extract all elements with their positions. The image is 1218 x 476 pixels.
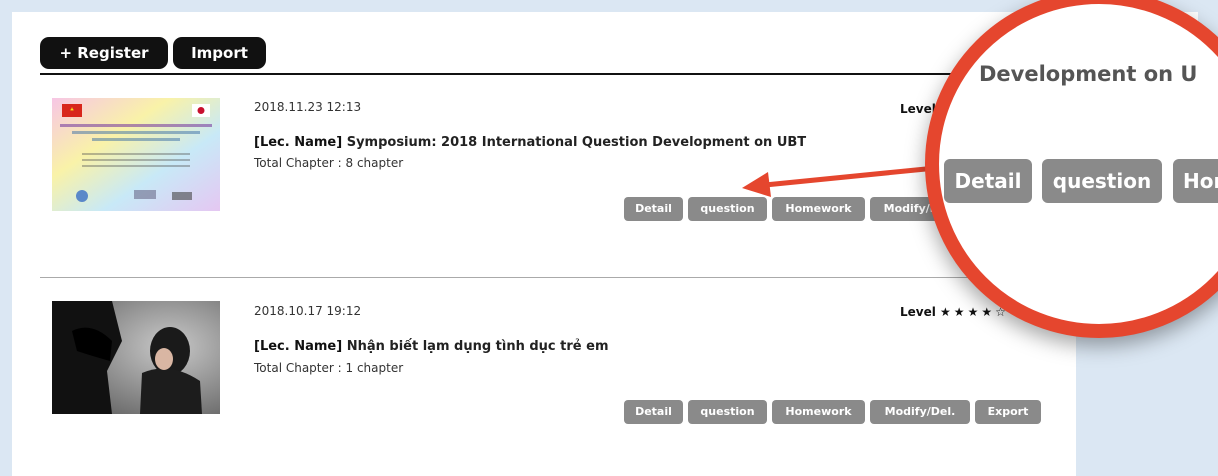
- zoom-question-button: question: [1042, 159, 1162, 203]
- zoom-title-fragment: Development on U: [979, 62, 1198, 86]
- zoom-detail-button: Detail: [944, 159, 1032, 203]
- zoom-homework-button: Hom: [1173, 159, 1218, 203]
